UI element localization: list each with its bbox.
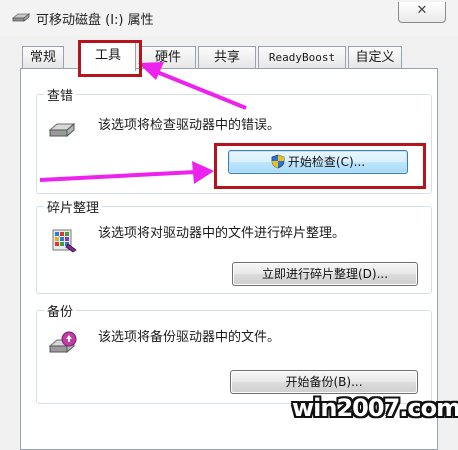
- drive-icon: [48, 122, 76, 138]
- window-title: 可移动磁盘 (I:) 属性: [36, 13, 154, 28]
- tab-sharing[interactable]: 共享: [198, 46, 256, 69]
- shield-icon: [271, 154, 285, 169]
- backup-title: 备份: [44, 301, 77, 320]
- close-button[interactable]: ✕: [398, 2, 446, 23]
- defrag-now-button[interactable]: 立即进行碎片整理(D)...: [232, 262, 418, 286]
- start-backup-button[interactable]: 开始备份(B)...: [230, 370, 418, 394]
- tab-hardware[interactable]: 硬件: [140, 46, 196, 69]
- tab-readyboost[interactable]: ReadyBoost: [258, 46, 346, 69]
- tab-general[interactable]: 常规: [22, 46, 64, 69]
- backup-icon: [48, 331, 77, 354]
- error-check-description: 该选项将检查驱动器中的错误。: [98, 118, 281, 133]
- defrag-title: 碎片整理: [44, 197, 103, 216]
- defrag-icon: [52, 229, 77, 253]
- tab-customize[interactable]: 自定义: [348, 46, 402, 69]
- removable-drive-icon: [12, 13, 30, 22]
- tab-highlight-box: [78, 40, 142, 77]
- error-check-title: 查错: [44, 85, 77, 104]
- start-check-button-label: 开始检查(C)...: [287, 155, 366, 169]
- start-check-button[interactable]: 开始检查(C)...: [228, 150, 408, 174]
- defrag-description: 该选项将对驱动器中的文件进行碎片整理。: [98, 226, 346, 241]
- watermark-text: win2007.com: [292, 394, 458, 422]
- backup-description: 该选项将备份驱动器中的文件。: [98, 330, 281, 345]
